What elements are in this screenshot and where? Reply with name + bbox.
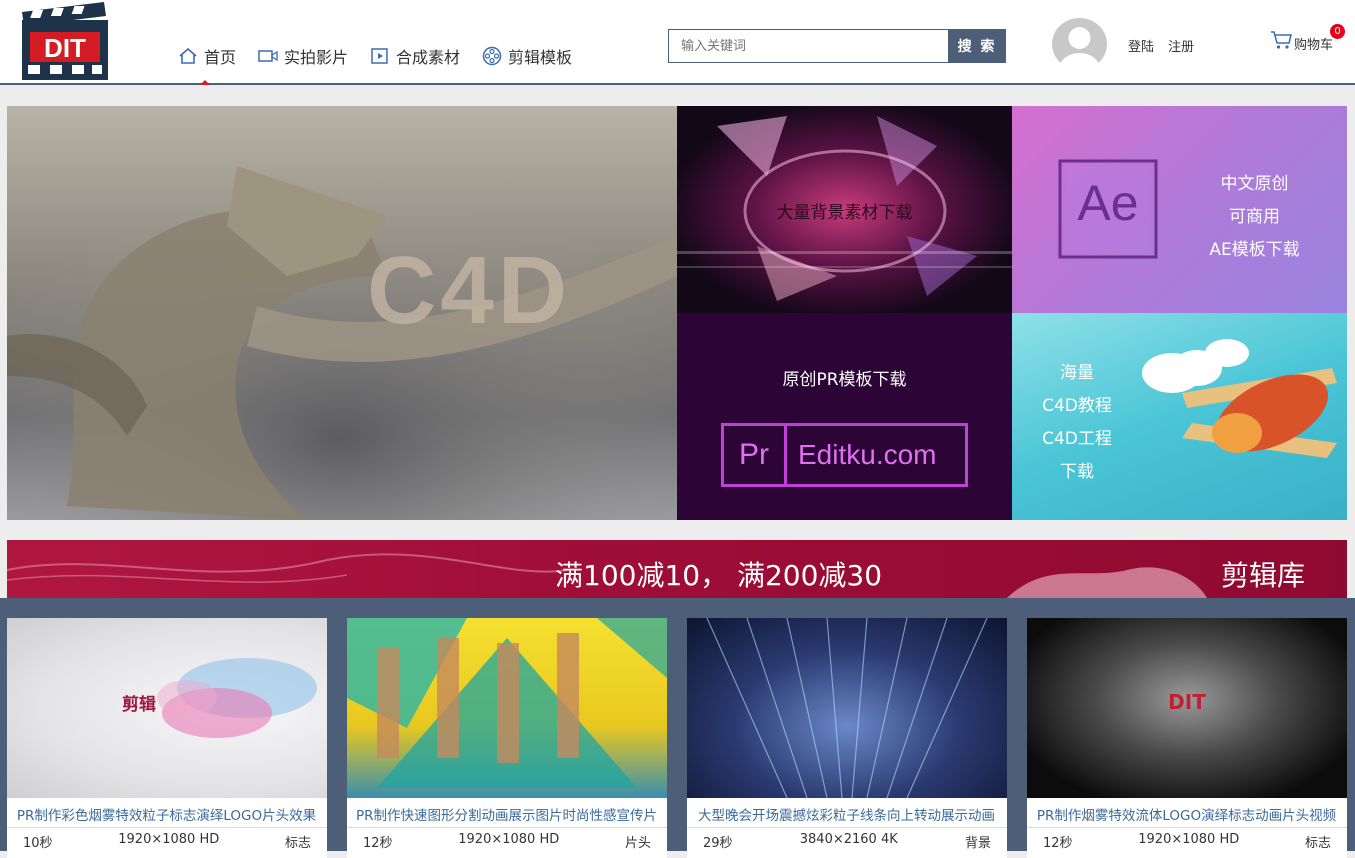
ae-logo: Ae: [1077, 175, 1139, 231]
logo-text: DIT: [44, 33, 86, 63]
promo-banner[interactable]: 满100减10， 满200减30 剪辑库: [7, 540, 1347, 598]
cart-link[interactable]: 购物车 0: [1270, 24, 1345, 54]
pr-banner-title: 原创PR模板下载: [782, 370, 907, 390]
nav-home-label: 首页: [204, 48, 237, 67]
product-resolution: 1920×1080 HD: [458, 832, 560, 847]
product-duration: 12秒: [1043, 836, 1073, 851]
product-duration: 10秒: [23, 836, 53, 851]
product-category: 标志: [284, 836, 311, 851]
product-title[interactable]: PR制作快速图形分割动画展示图片时尚性感宣传片: [347, 798, 667, 828]
promo-text: 满100减10， 满200减30: [555, 559, 883, 592]
nav-templates-label: 剪辑模板: [508, 48, 573, 67]
product-grid: 剪辑 PR制作彩色烟雾特效粒子标志演绎LOGO片头效果 10秒 1920×108…: [0, 598, 1355, 858]
search-bar: 搜 索: [668, 29, 1006, 63]
product-meta: 12秒 1920×1080 HD 片头: [347, 828, 667, 851]
film-reel-icon: [482, 46, 502, 66]
product-duration: 12秒: [363, 836, 393, 851]
search-input[interactable]: [668, 29, 948, 63]
banner-ae-templates[interactable]: Ae 中文原创 可商用 AE模板下载: [1012, 106, 1347, 313]
site-logo[interactable]: DIT: [22, 2, 108, 82]
thumb-logo-text: DIT: [1168, 690, 1206, 714]
c4d-line-2: C4D教程: [1042, 396, 1112, 416]
cart-count-badge: 0: [1330, 24, 1345, 39]
banner-backgrounds[interactable]: 大量背景素材下载: [677, 106, 1012, 313]
pr-logo-box: Pr Editku.com: [721, 423, 968, 487]
product-card[interactable]: DIT PR制作烟雾特效流体LOGO演绎标志动画片头视频 12秒 1920×10…: [1027, 618, 1347, 858]
banner-c4d-dragon[interactable]: C4D: [7, 106, 677, 520]
ae-line-1: 中文原创: [1220, 174, 1289, 194]
product-thumbnail[interactable]: [687, 618, 1007, 798]
nav-composite[interactable]: 合成素材: [370, 44, 460, 68]
c4d-line-4: 下载: [1060, 462, 1094, 482]
product-card[interactable]: PR制作快速图形分割动画展示图片时尚性感宣传片 12秒 1920×1080 HD…: [347, 618, 667, 858]
product-category: 背景: [964, 836, 991, 851]
c4d-line-1: 海量: [1060, 363, 1094, 383]
ae-line-3: AE模板下载: [1209, 240, 1300, 260]
product-thumbnail[interactable]: 剪辑: [7, 618, 327, 798]
nav-footage[interactable]: 实拍影片: [258, 44, 348, 68]
product-card[interactable]: 剪辑 PR制作彩色烟雾特效粒子标志演绎LOGO片头效果 10秒 1920×108…: [7, 618, 327, 858]
promo-brand: 剪辑库: [1221, 559, 1306, 592]
product-title[interactable]: 大型晚会开场震撼炫彩粒子线条向上转动展示动画: [687, 798, 1007, 828]
banner-pr-templates[interactable]: 原创PR模板下载 Pr Editku.com: [677, 313, 1012, 520]
product-title[interactable]: PR制作烟雾特效流体LOGO演绎标志动画片头视频: [1027, 798, 1347, 828]
register-link[interactable]: 注册: [1168, 36, 1194, 55]
product-resolution: 1920×1080 HD: [118, 832, 220, 847]
pr-site-name: Editku.com: [798, 439, 937, 470]
banner-backgrounds-text: 大量背景素材下载: [776, 203, 913, 223]
product-meta: 29秒 3840×2160 4K 背景: [687, 828, 1007, 851]
main-nav: 首页 实拍影片 合成素材 剪辑模板: [178, 44, 594, 85]
ae-line-2: 可商用: [1229, 207, 1280, 227]
c4d-line-3: C4D工程: [1042, 429, 1112, 449]
play-icon: [370, 46, 390, 66]
cart-icon: [1270, 30, 1294, 54]
product-meta: 12秒 1920×1080 HD 标志: [1027, 828, 1347, 851]
product-thumbnail[interactable]: [347, 618, 667, 798]
nav-footage-label: 实拍影片: [284, 48, 349, 67]
product-category: 片头: [624, 836, 651, 851]
home-icon: [178, 46, 198, 66]
nav-home[interactable]: 首页: [178, 44, 237, 85]
product-card[interactable]: 大型晚会开场震撼炫彩粒子线条向上转动展示动画 29秒 3840×2160 4K …: [687, 618, 1007, 858]
product-resolution: 3840×2160 4K: [799, 832, 898, 847]
product-duration: 29秒: [703, 836, 733, 851]
avatar[interactable]: [1052, 18, 1107, 70]
login-link[interactable]: 登陆: [1128, 36, 1154, 55]
product-thumbnail[interactable]: DIT: [1027, 618, 1347, 798]
search-button[interactable]: 搜 索: [948, 29, 1006, 63]
nav-composite-label: 合成素材: [396, 48, 461, 67]
product-title[interactable]: PR制作彩色烟雾特效粒子标志演绎LOGO片头效果: [7, 798, 327, 828]
product-category: 标志: [1304, 836, 1331, 851]
nav-templates[interactable]: 剪辑模板: [482, 44, 572, 68]
site-header: DIT 首页 实拍影片 合成素材 剪辑模板 输入关键词 搜 索 登陆 注册 购物…: [0, 0, 1355, 85]
product-meta: 10秒 1920×1080 HD 标志: [7, 828, 327, 851]
banner-c4d-text: C4D: [367, 237, 572, 344]
product-resolution: 1920×1080 HD: [1138, 832, 1240, 847]
video-icon: [258, 46, 278, 66]
banner-c4d-tutorials[interactable]: 海量 C4D教程 C4D工程 下载: [1012, 313, 1347, 520]
cart-label: 购物车: [1294, 38, 1334, 53]
auth-links: 登陆 注册: [1128, 36, 1194, 55]
pr-logo: Pr: [724, 426, 787, 484]
thumb-logo-text: 剪辑: [122, 695, 156, 715]
